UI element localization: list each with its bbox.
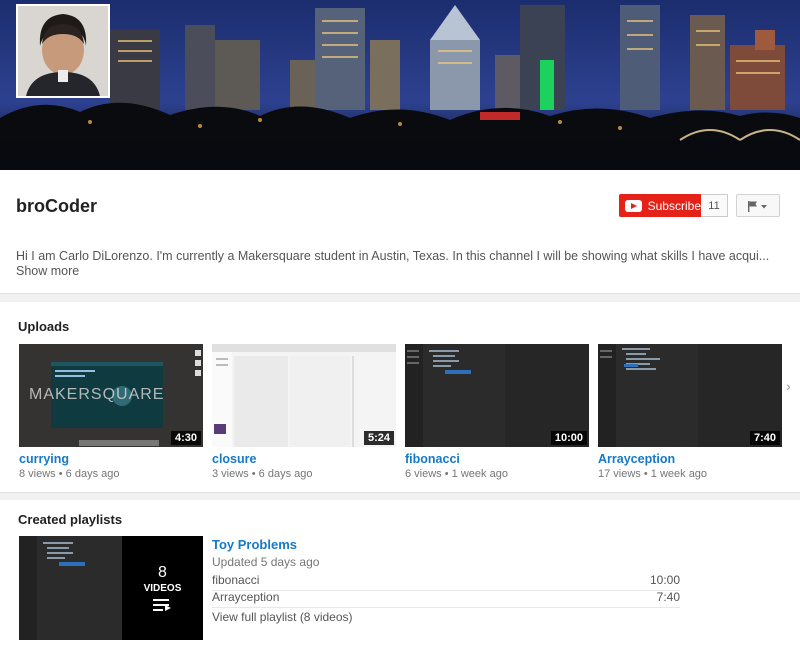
channel-name: broCoder	[16, 196, 97, 216]
video-title-link[interactable]: Arrayception	[598, 452, 782, 466]
video-meta: 6 views • 1 week ago	[405, 468, 589, 480]
video-card: 10:00 fibonacci 6 views • 1 week ago	[405, 344, 589, 480]
thumbnail-watermark-text: MAKERSQUARE	[29, 386, 165, 403]
video-card: 7:40 Arrayception 17 views • 1 week ago	[598, 344, 782, 480]
uploads-heading: Uploads	[18, 319, 70, 334]
subscriber-count: 11	[701, 194, 728, 217]
channel-banner	[0, 0, 800, 170]
show-more-link[interactable]: Show more	[16, 264, 79, 278]
video-views: 17 views	[598, 468, 641, 480]
city-skyline-image	[0, 0, 800, 170]
video-card: 5:24 closure 3 views • 6 days ago	[212, 344, 396, 480]
meta-separator: •	[58, 468, 66, 480]
video-age: 1 week ago	[451, 468, 508, 480]
playlist-updated: Updated 5 days ago	[212, 555, 320, 569]
video-thumbnail[interactable]: 10:00	[405, 344, 589, 447]
playlist-count-overlay: 8 VIDEOS	[122, 536, 203, 640]
chevron-down-icon	[761, 204, 767, 208]
playlist-item-title: Arrayception	[212, 590, 280, 604]
subscribe-button[interactable]: Subscribe	[619, 194, 701, 217]
video-views: 8 views	[19, 468, 56, 480]
video-thumbnail[interactable]: MAKERSQUARE 4:30	[19, 344, 203, 447]
meta-separator: •	[643, 468, 651, 480]
video-title-link[interactable]: fibonacci	[405, 452, 589, 466]
video-views: 6 views	[405, 468, 442, 480]
playlists-heading: Created playlists	[18, 512, 123, 527]
playlist-icon	[152, 599, 171, 611]
playlist-item[interactable]: Arrayception 7:40	[212, 590, 680, 608]
video-duration: 7:40	[749, 431, 780, 445]
channel-page: broCoder Subscribe 11 Hi I am Carlo DiLo…	[0, 0, 800, 653]
playlist-thumbnail[interactable]: 8 VIDEOS	[19, 536, 203, 640]
video-views: 3 views	[212, 468, 249, 480]
video-thumbnail[interactable]: 7:40	[598, 344, 782, 447]
video-title-link[interactable]: currying	[19, 452, 203, 466]
video-meta: 17 views • 1 week ago	[598, 468, 782, 480]
video-title-link[interactable]: closure	[212, 452, 396, 466]
playlist-title-link[interactable]: Toy Problems	[212, 537, 297, 552]
video-duration: 10:00	[550, 431, 587, 445]
playlist-item-duration: 7:40	[656, 590, 680, 604]
video-meta: 8 views • 6 days ago	[19, 468, 203, 480]
video-card: MAKERSQUARE 4:30 currying 8 views • 6 da…	[19, 344, 203, 480]
video-age: 1 week ago	[650, 468, 708, 480]
playlists-section: Created playlists 8 VIDEOS Toy Problems	[0, 500, 800, 653]
playlist-videos-label: VIDEOS	[143, 583, 182, 594]
video-thumbnail[interactable]: 5:24	[212, 344, 396, 447]
video-duration: 4:30	[170, 431, 201, 445]
flag-menu-button[interactable]	[736, 194, 780, 217]
channel-avatar[interactable]	[16, 4, 110, 98]
avatar-portrait-image	[18, 6, 108, 96]
video-age: 6 days ago	[258, 468, 313, 480]
playlist-item-duration: 10:00	[649, 573, 680, 587]
playlist-video-count: 8	[158, 564, 167, 581]
video-age: 6 days ago	[65, 468, 120, 480]
chevron-right-icon[interactable]: ›	[786, 378, 791, 394]
channel-header: broCoder Subscribe 11 Hi I am Carlo DiLo…	[0, 170, 800, 294]
video-duration: 5:24	[363, 431, 394, 445]
playlist-item[interactable]: fibonacci 10:00	[212, 573, 680, 591]
flag-icon	[748, 200, 767, 212]
meta-separator: •	[251, 468, 259, 480]
playlist-item-title: fibonacci	[212, 573, 260, 587]
meta-separator: •	[444, 468, 452, 480]
channel-description: Hi I am Carlo DiLorenzo. I'm currently a…	[16, 249, 770, 263]
subscribe-label: Subscribe	[647, 198, 701, 213]
video-meta: 3 views • 6 days ago	[212, 468, 396, 480]
uploads-section: Uploads MAKERSQUARE 4:30 currying 8 view…	[0, 302, 800, 493]
youtube-play-icon	[625, 199, 642, 212]
view-full-playlist-link[interactable]: View full playlist (8 videos)	[212, 610, 353, 624]
